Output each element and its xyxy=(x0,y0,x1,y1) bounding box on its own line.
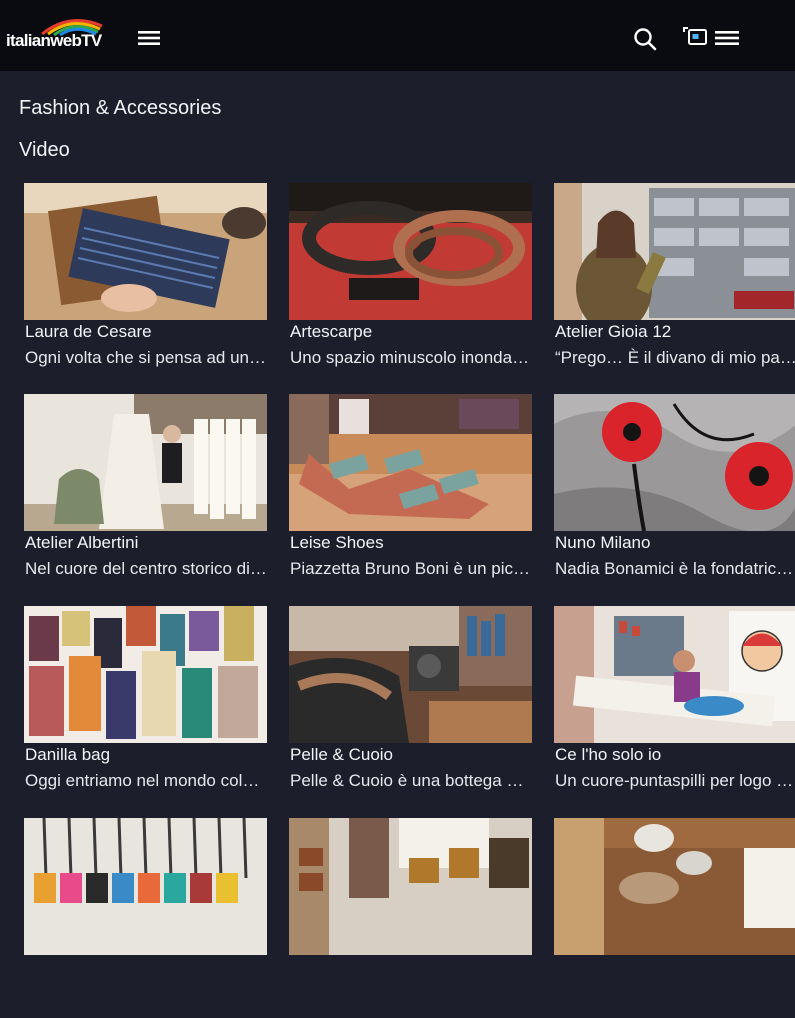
video-thumbnail[interactable] xyxy=(24,818,267,955)
video-thumbnail[interactable] xyxy=(289,606,532,743)
video-title: Artescarpe xyxy=(290,322,373,341)
video-thumbnail[interactable] xyxy=(289,183,532,320)
video-thumbnail[interactable] xyxy=(554,183,795,320)
italianwebtv-logo[interactable]: italianwebTV xyxy=(6,14,118,54)
video-card[interactable]: Atelier Gioia 12 “Prego… È il divano di … xyxy=(554,183,795,383)
logo-text: italianwebTV xyxy=(6,31,102,50)
video-description: Piazzetta Bruno Boni è un piccolo gioiel… xyxy=(290,559,532,578)
video-description: Nel cuore del centro storico di Milano xyxy=(25,559,267,578)
video-thumbnail[interactable] xyxy=(289,394,532,531)
video-title: Pelle & Cuoio xyxy=(290,745,394,764)
cast-icon[interactable] xyxy=(683,26,709,48)
video-description: Uno spazio minuscolo inondato di pelli e… xyxy=(290,348,532,367)
video-card[interactable] xyxy=(554,818,795,1018)
video-card[interactable]: Atelier Albertini Nel cuore del centro s… xyxy=(24,394,267,594)
video-card[interactable]: Leise Shoes Piazzetta Bruno Boni è un pi… xyxy=(289,394,532,594)
video-card[interactable]: Laura de Cesare Ogni volta che si pensa … xyxy=(24,183,267,383)
video-title: Nuno Milano xyxy=(555,533,651,552)
video-description: Un cuore-puntaspilli per logo e mille id… xyxy=(555,771,795,790)
video-title: Atelier Gioia 12 xyxy=(555,322,672,341)
video-description: “Prego… È il divano di mio padre” xyxy=(555,348,795,367)
video-thumbnail[interactable] xyxy=(24,183,267,320)
video-card[interactable]: Danilla bag Oggi entriamo nel mondo colo… xyxy=(24,606,267,806)
video-card[interactable]: Artescarpe Uno spazio minuscolo inondato… xyxy=(289,183,532,383)
video-card[interactable] xyxy=(24,818,267,1018)
page-title: Fashion & Accessories xyxy=(19,97,222,119)
search-icon[interactable] xyxy=(632,26,658,52)
video-card[interactable]: Pelle & Cuoio Pelle & Cuoio è una botteg… xyxy=(289,606,532,806)
video-description: Pelle & Cuoio è una bottega artigiana st… xyxy=(290,771,532,790)
video-title: Danilla bag xyxy=(25,745,111,764)
video-thumbnail[interactable] xyxy=(554,818,795,955)
video-card[interactable] xyxy=(289,818,532,1018)
video-description: Ogni volta che si pensa ad una bottega a… xyxy=(25,348,267,367)
video-thumbnail[interactable] xyxy=(24,606,267,743)
section-title: Video xyxy=(19,139,70,161)
video-card[interactable]: Ce l'ho solo io Un cuore-puntaspilli per… xyxy=(554,606,795,806)
video-thumbnail[interactable] xyxy=(554,394,795,531)
video-card[interactable]: Nuno Milano Nadia Bonamici è la fondatri… xyxy=(554,394,795,594)
video-title: Ce l'ho solo io xyxy=(555,745,662,764)
hamburger-menu-icon[interactable] xyxy=(138,29,160,47)
video-title: Atelier Albertini xyxy=(25,533,139,552)
video-description: Oggi entriamo nel mondo colorato delle b… xyxy=(25,771,267,790)
video-thumbnail[interactable] xyxy=(289,818,532,955)
video-thumbnail[interactable] xyxy=(554,606,795,743)
top-app-bar: italianwebTV xyxy=(0,0,795,71)
video-title: Laura de Cesare xyxy=(25,322,152,341)
video-title: Leise Shoes xyxy=(290,533,384,552)
video-thumbnail[interactable] xyxy=(24,394,267,531)
menu-icon[interactable] xyxy=(715,29,739,47)
video-description: Nadia Bonamici è la fondatrice del brand xyxy=(555,559,795,578)
